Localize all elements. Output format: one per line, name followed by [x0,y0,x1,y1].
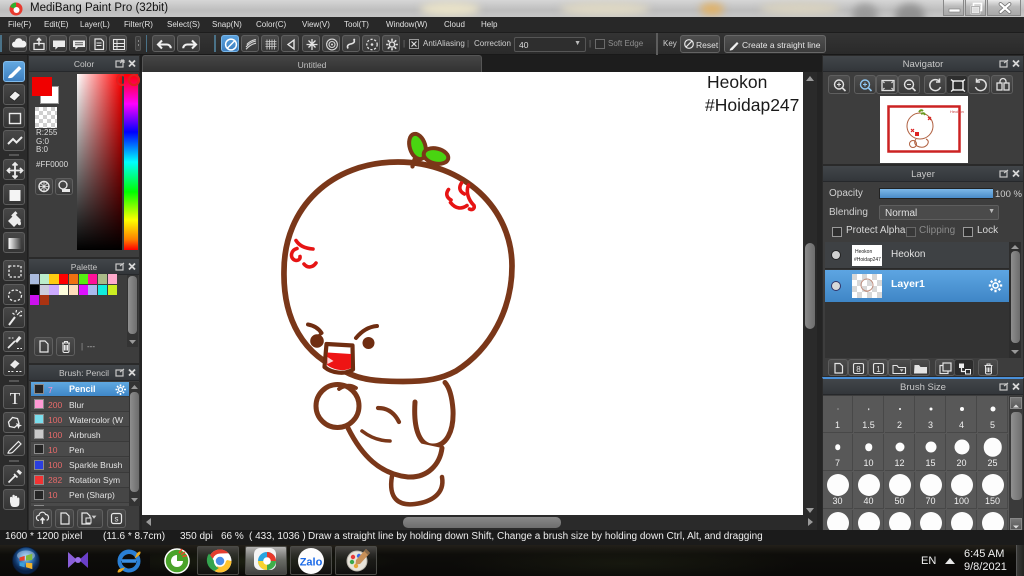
svg-text:T: T [10,389,21,408]
svg-text:Heokon: Heokon [950,109,964,114]
svg-text:Zalo: Zalo [300,557,323,569]
svg-text:1: 1 [876,365,881,374]
svg-text:8: 8 [856,365,861,374]
svg-text:Heokon: Heokon [855,249,872,255]
svg-text:#Hoidap247: #Hoidap247 [854,257,881,263]
svg-text:s: s [115,515,119,524]
